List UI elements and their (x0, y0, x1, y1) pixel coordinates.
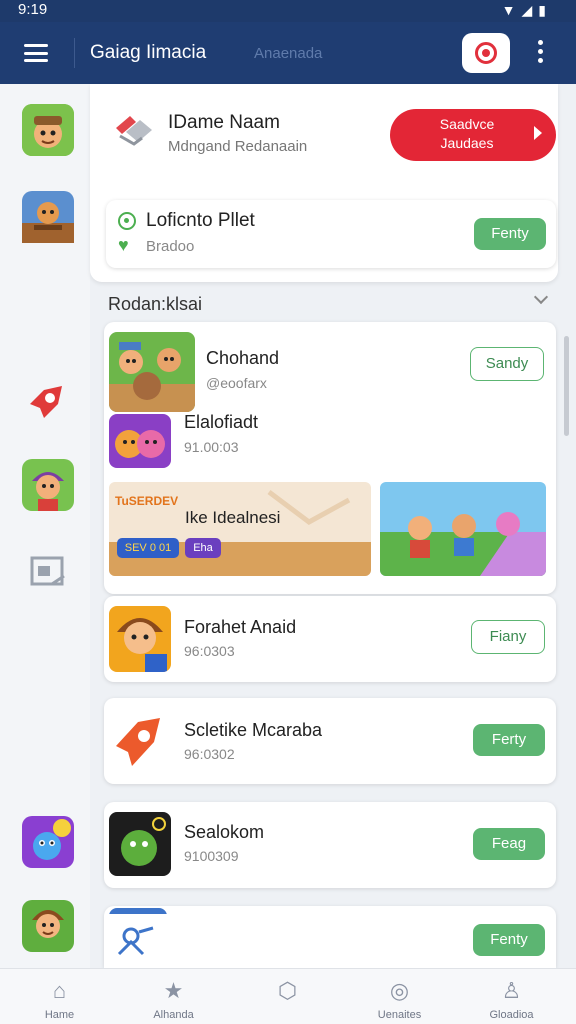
app-bar: Gaiag Iimacia Anaenada (0, 22, 576, 84)
game-icon-scletike (112, 710, 168, 772)
section-header[interactable]: Rodan:klsai (90, 282, 558, 322)
item-title: Forahet Anaid (184, 617, 297, 637)
item-subtitle: 96:0302 (184, 746, 235, 762)
promo-badge-secondary: Eha (185, 538, 221, 558)
item-action-button[interactable]: Sandy (470, 347, 544, 381)
featured-action-button[interactable]: Fenty (474, 218, 546, 250)
game-icon-chohand (109, 332, 195, 412)
profile-name: IDame Naam (168, 112, 280, 133)
game-icon-forahet (109, 606, 171, 672)
promo-image[interactable] (380, 482, 546, 576)
battery-icon: ▮ (538, 2, 552, 18)
status-time: 9:19 (18, 1, 48, 18)
promo-art-text: TuSERDEV (115, 494, 179, 508)
promo-title: Ike Idealnesi (185, 508, 281, 527)
status-icons: ▼◢▮ (502, 2, 552, 19)
more-options-icon[interactable] (538, 40, 544, 66)
rail-game-adventure-icon[interactable] (22, 191, 74, 243)
person-icon: ♙ (501, 978, 522, 1003)
item-title: Elalofiadt (184, 412, 259, 432)
home-icon: ⌂ (52, 978, 67, 1003)
rail-rocket-icon[interactable] (22, 374, 74, 426)
item-action-button[interactable]: Fenty (473, 924, 545, 956)
list-item[interactable]: Sealokom 9100309 Feag (104, 802, 556, 888)
list-item[interactable]: Fenty (104, 906, 556, 968)
nav-shield[interactable]: ⬡ (230, 969, 345, 1024)
item-title: Chohand (206, 348, 280, 368)
star-icon: ★ (163, 978, 184, 1003)
status-bar: 9:19 ▼◢▮ (0, 0, 576, 22)
target-icon: ◎ (389, 978, 410, 1003)
promo-badge-primary: SEV 0 01 (117, 538, 179, 558)
item-title: Sealokom (184, 822, 265, 842)
nav-label: Hame (44, 1009, 75, 1021)
rail-gallery-icon[interactable] (22, 546, 74, 598)
list-item[interactable]: Forahet Anaid 96:0303 Fiany (104, 596, 556, 682)
arrow-right-icon (534, 126, 542, 140)
app-bar-divider (74, 38, 75, 68)
brand-logo-icon (116, 116, 152, 146)
featured-subtitle: Bradoo (146, 238, 195, 255)
item-subtitle: 91.00:03 (184, 439, 239, 455)
rail-game-explorer-icon[interactable] (22, 104, 74, 156)
rail-game-monster-icon[interactable] (22, 816, 74, 868)
game-icon-elalofiadt (109, 414, 171, 468)
target-check-icon (118, 212, 136, 230)
nav-profile[interactable]: ♙ Gloadioa (454, 969, 569, 1024)
nav-updates[interactable]: ◎ Uenaites (342, 969, 457, 1024)
side-rail (0, 84, 90, 968)
wifi-icon: ▼ (501, 2, 522, 18)
item-title: Scletike Mcaraba (184, 720, 323, 740)
bottom-navigation: ⌂ Hame ★ Alhanda ⬡ ◎ Uenaites ♙ Gloadioa (0, 968, 576, 1024)
app-title: Gaiag Iimacia (90, 42, 207, 63)
nav-favorites[interactable]: ★ Alhanda (116, 969, 231, 1024)
menu-icon[interactable] (24, 44, 48, 62)
list-item[interactable]: Scletike Mcaraba 96:0302 Ferty (104, 698, 556, 784)
nav-label: Alhanda (153, 1009, 194, 1021)
heart-check-icon: ♥ (118, 235, 129, 255)
rail-game-hero-icon[interactable] (22, 459, 74, 511)
item-subtitle: @eoofarx (206, 375, 267, 391)
profile-subtitle: Mdngand Redanaain (168, 138, 308, 155)
profile-cta-button[interactable]: Saadvce Jaudaes (390, 109, 556, 161)
game-icon-partial (109, 908, 167, 962)
cta-line1: Saadvce (439, 116, 495, 132)
item-subtitle: 9100309 (184, 848, 239, 864)
item-action-button[interactable]: Ferty (473, 724, 545, 756)
featured-title: Loficnto Pllet (146, 210, 255, 231)
chevron-down-icon[interactable] (533, 289, 549, 305)
section-title: Rodan:klsai (108, 294, 203, 314)
nav-home[interactable]: ⌂ Hame (2, 969, 117, 1024)
promo-banner[interactable]: TuSERDEV Ike Idealnesi SEV 0 01 Eha (109, 482, 371, 576)
profile-card: IDame Naam Mdngand Redanaain Saadvce Jau… (90, 84, 558, 282)
nav-label: Gloadioa (489, 1009, 534, 1021)
nav-label: Uenaites (377, 1009, 422, 1021)
shield-icon: ⬡ (277, 978, 298, 1003)
cta-line2: Jaudaes (440, 135, 494, 151)
featured-card[interactable]: ♥ Loficnto Pllet Bradoo Fenty (106, 200, 556, 268)
list-group-card: Chohand @eoofarx Sandy Elalofiadt 91.00:… (104, 322, 556, 594)
record-button[interactable] (462, 33, 510, 73)
scrollbar[interactable] (564, 336, 569, 436)
game-icon-sealokom (109, 812, 171, 876)
item-action-button[interactable]: Feag (473, 828, 545, 860)
app-subtitle: Anaenada (254, 45, 323, 62)
rail-game-boy-icon[interactable] (22, 900, 74, 952)
item-subtitle: 96:0303 (184, 643, 235, 659)
item-action-button[interactable]: Fiany (471, 620, 545, 654)
signal-icon: ◢ (521, 2, 539, 18)
